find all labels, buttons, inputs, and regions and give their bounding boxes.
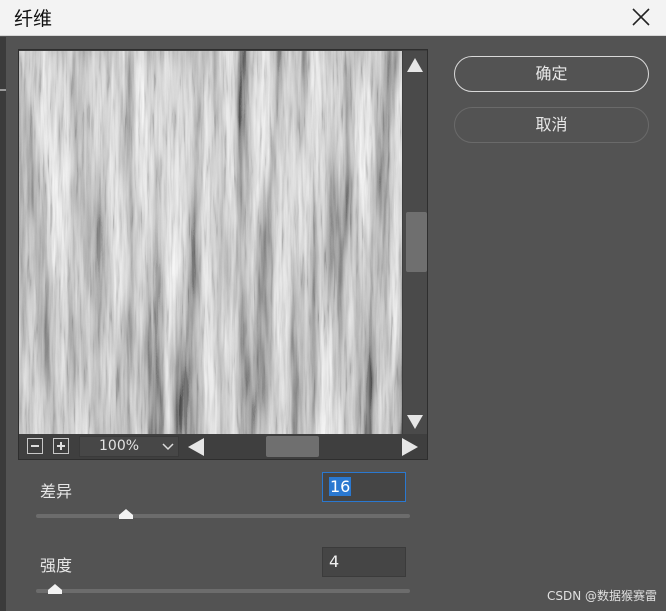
chevron-down-icon[interactable]: [157, 437, 179, 456]
horizontal-scroll-thumb[interactable]: [266, 436, 319, 457]
title-bar: 纤维: [0, 0, 666, 36]
ok-button[interactable]: 确定: [454, 56, 649, 92]
strength-slider-thumb[interactable]: [47, 584, 62, 594]
scroll-right-icon[interactable]: [400, 437, 420, 457]
preview-image[interactable]: [19, 51, 402, 434]
watermark: CSDN @数据猴赛雷: [546, 589, 657, 603]
variance-slider-thumb[interactable]: [118, 509, 133, 519]
strength-slider[interactable]: [36, 589, 410, 593]
close-icon[interactable]: [630, 6, 652, 28]
scroll-up-icon[interactable]: [406, 56, 424, 74]
preview-horizontal-scrollbar[interactable]: [184, 434, 427, 459]
variance-slider[interactable]: [36, 514, 410, 518]
cancel-button[interactable]: 取消: [454, 107, 649, 143]
preview-toolbar: 100%: [19, 434, 427, 459]
variance-input[interactable]: 16: [322, 472, 406, 502]
preview-vertical-scrollbar[interactable]: [403, 51, 427, 434]
scroll-down-icon[interactable]: [406, 413, 424, 431]
strength-label: 强度: [40, 556, 73, 575]
dialog-title: 纤维: [14, 8, 53, 30]
strength-input[interactable]: 4: [322, 547, 406, 577]
scroll-left-icon[interactable]: [186, 437, 206, 457]
zoom-in-icon[interactable]: [53, 438, 69, 454]
vertical-scroll-thumb[interactable]: [406, 212, 427, 272]
variance-value: 16: [329, 477, 352, 496]
zoom-out-icon[interactable]: [27, 438, 43, 454]
variance-label: 差异: [40, 482, 73, 501]
